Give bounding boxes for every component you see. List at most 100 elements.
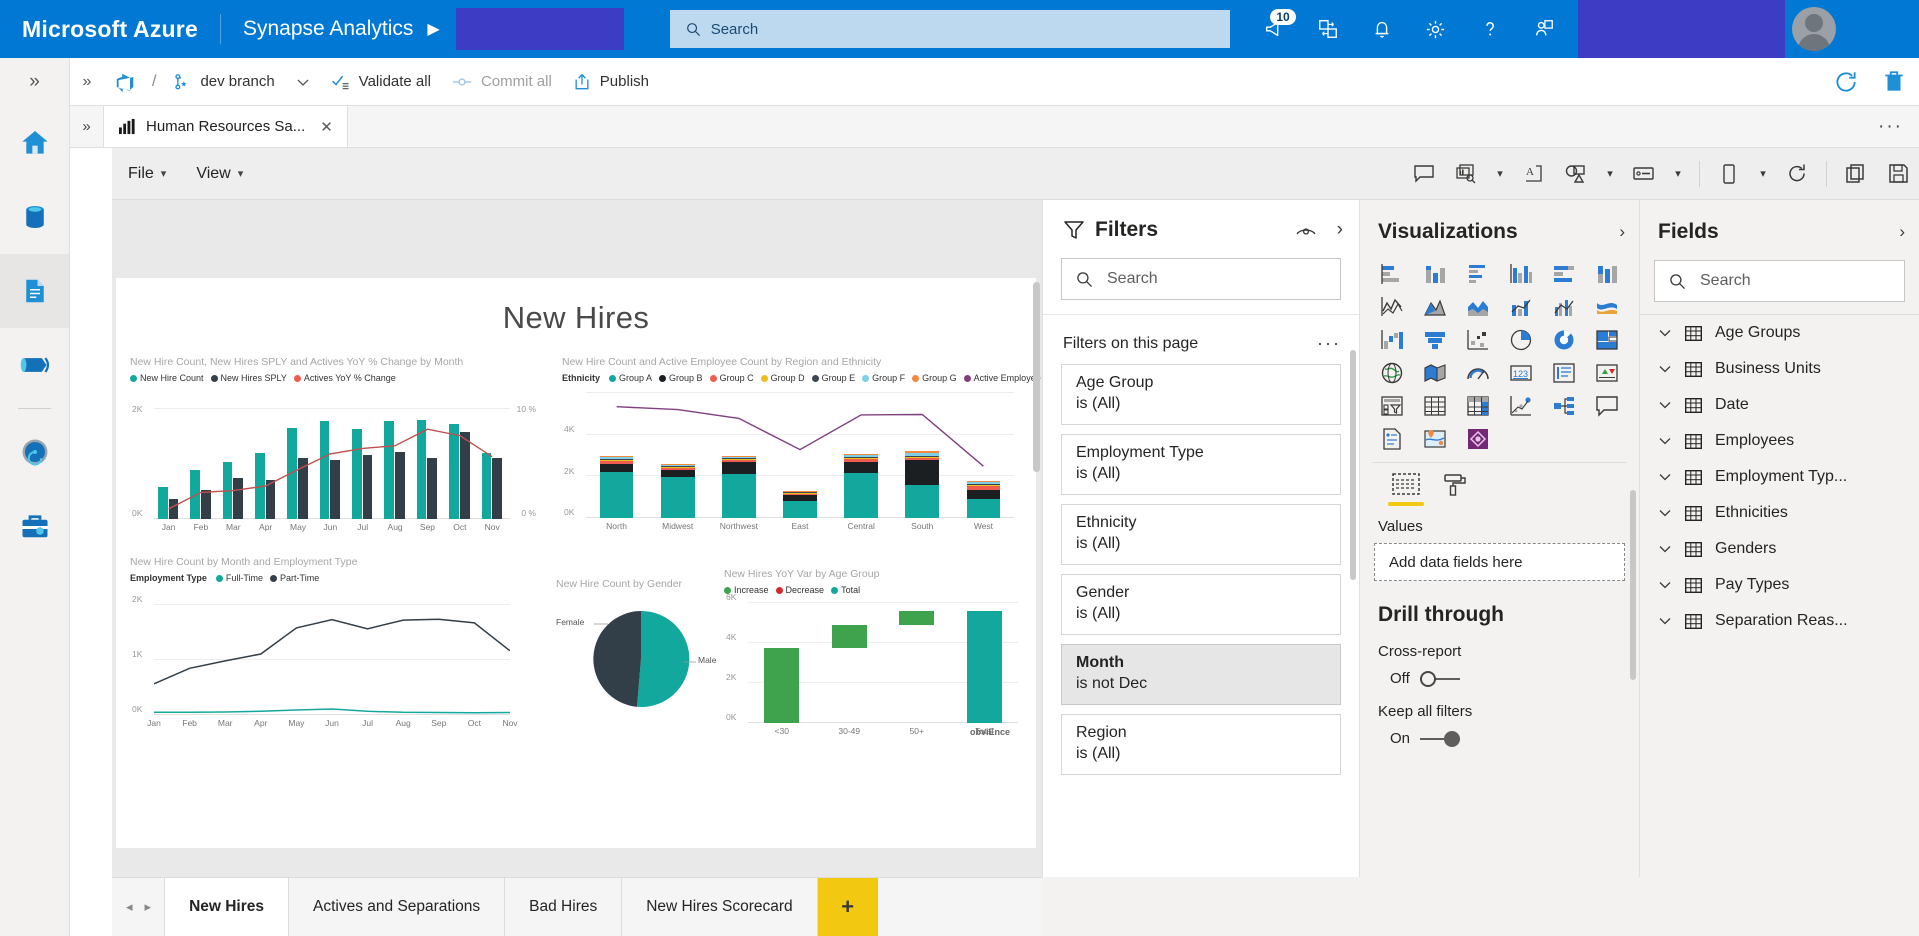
- shapes-icon[interactable]: [1555, 148, 1597, 200]
- git-repo-button[interactable]: [104, 58, 146, 106]
- fields-table-item[interactable]: Ethnicities: [1640, 495, 1919, 531]
- tab-overflow-icon[interactable]: ···: [1878, 106, 1919, 147]
- azure-brand[interactable]: Microsoft Azure: [0, 16, 198, 43]
- filters-scrollbar[interactable]: [1350, 350, 1356, 580]
- paginated-report-icon[interactable]: [1372, 423, 1413, 454]
- gear-icon[interactable]: [1412, 5, 1460, 53]
- refresh-icon[interactable]: [1776, 148, 1818, 200]
- help-icon[interactable]: [1466, 5, 1514, 53]
- donut-chart-icon[interactable]: [1543, 324, 1584, 355]
- fields-table-item[interactable]: Genders: [1640, 531, 1919, 567]
- tabstrip-expand-icon[interactable]: »: [70, 106, 104, 147]
- arcgis-maps-icon[interactable]: [1415, 423, 1456, 454]
- area-chart-icon[interactable]: [1415, 291, 1456, 322]
- filter-card[interactable]: Age Group is (All): [1061, 364, 1341, 425]
- rail-expand-icon[interactable]: »: [0, 58, 69, 106]
- view-menu-button[interactable]: View ▾: [180, 148, 257, 200]
- keep-all-filters-toggle[interactable]: [1420, 730, 1461, 747]
- page-tab[interactable]: Actives and Separations: [288, 878, 506, 936]
- chevron-down-icon[interactable]: [1658, 470, 1672, 484]
- fields-well-tab[interactable]: [1388, 473, 1424, 506]
- table-icon[interactable]: [1415, 390, 1456, 421]
- fields-table-item[interactable]: Date: [1640, 387, 1919, 423]
- file-menu-button[interactable]: File ▾: [112, 148, 180, 200]
- treemap-icon[interactable]: [1586, 324, 1627, 355]
- line-and-clustered-column-chart-icon[interactable]: [1543, 291, 1584, 322]
- cross-report-toggle[interactable]: [1419, 670, 1460, 687]
- stacked-column-chart-icon[interactable]: [1415, 258, 1456, 289]
- editor-tab-human-resources[interactable]: Human Resources Sa... ✕: [104, 106, 348, 147]
- chevron-down-icon[interactable]: ▾: [1750, 148, 1776, 200]
- page-tab[interactable]: New Hires Scorecard: [621, 878, 818, 936]
- line-and-stacked-column-chart-icon[interactable]: [1500, 291, 1541, 322]
- filters-collapse-icon[interactable]: ›: [1337, 219, 1343, 241]
- filters-overflow-icon[interactable]: ···: [1317, 333, 1341, 354]
- waterfall-bar[interactable]: [831, 624, 867, 648]
- values-drop-zone[interactable]: Add data fields here: [1374, 543, 1625, 581]
- visualizations-collapse-icon[interactable]: ›: [1619, 222, 1625, 242]
- service-name[interactable]: Synapse Analytics: [243, 17, 413, 41]
- rail-item-integrate[interactable]: [0, 328, 69, 402]
- chevron-down-icon[interactable]: [1658, 578, 1672, 592]
- chevron-down-icon[interactable]: [1658, 434, 1672, 448]
- visualizations-scrollbar[interactable]: [1630, 490, 1636, 680]
- save-icon[interactable]: [1877, 148, 1919, 200]
- card-icon[interactable]: 123: [1500, 357, 1541, 388]
- fields-table-item[interactable]: Employment Typ...: [1640, 459, 1919, 495]
- kpi-icon[interactable]: [1586, 357, 1627, 388]
- fields-table-item[interactable]: Business Units: [1640, 351, 1919, 387]
- chevron-down-icon[interactable]: [1658, 398, 1672, 412]
- chevron-down-icon[interactable]: ▾: [1487, 148, 1513, 200]
- report-page[interactable]: New Hires New Hire Count, New Hires SPLY…: [116, 278, 1042, 848]
- viz-new-hire-count-by-gender[interactable]: New Hire Count by Gender Female Male: [556, 578, 726, 728]
- format-tab[interactable]: [1442, 473, 1468, 497]
- viz-new-hires-yoy-var-by-age-group[interactable]: New Hires YoY Var by Age Group Increase …: [724, 568, 1024, 743]
- buttons-icon[interactable]: [1623, 148, 1665, 200]
- feedback-icon[interactable]: [1520, 5, 1568, 53]
- decomposition-tree-icon[interactable]: [1543, 390, 1584, 421]
- validate-all-button[interactable]: Validate all: [321, 58, 441, 106]
- refresh-icon[interactable]: [1833, 69, 1859, 95]
- toolbar-collapse-icon[interactable]: »: [70, 73, 104, 91]
- chevron-down-icon[interactable]: [1658, 326, 1672, 340]
- report-canvas-area[interactable]: New Hires New Hire Count, New Hires SPLY…: [112, 200, 1042, 877]
- branch-dropdown-icon[interactable]: [285, 58, 321, 106]
- fields-table-item[interactable]: Employees: [1640, 423, 1919, 459]
- add-page-button[interactable]: +: [817, 878, 878, 936]
- scatter-chart-icon[interactable]: [1458, 324, 1499, 355]
- megaphone-icon[interactable]: 10: [1250, 5, 1298, 53]
- duplicate-page-icon[interactable]: [1835, 148, 1877, 200]
- bookmarks-icon[interactable]: [1445, 148, 1487, 200]
- comment-icon[interactable]: [1403, 148, 1445, 200]
- stacked-area-chart-icon[interactable]: [1458, 291, 1499, 322]
- clustered-column-chart-icon[interactable]: [1500, 258, 1541, 289]
- 100-stacked-column-chart-icon[interactable]: [1586, 258, 1627, 289]
- eye-icon[interactable]: [1295, 222, 1317, 238]
- account-avatar[interactable]: [1784, 0, 1843, 58]
- waterfall-chart-icon[interactable]: [1372, 324, 1413, 355]
- rail-item-home[interactable]: [0, 106, 69, 180]
- text-box-icon[interactable]: A: [1513, 148, 1555, 200]
- commit-all-button[interactable]: Commit all: [441, 58, 562, 106]
- slicer-icon[interactable]: [1372, 390, 1413, 421]
- q-and-a-icon[interactable]: [1586, 390, 1627, 421]
- multi-row-card-icon[interactable]: [1543, 357, 1584, 388]
- chevron-down-icon[interactable]: [1658, 614, 1672, 628]
- fields-table-item[interactable]: Pay Types: [1640, 567, 1919, 603]
- rail-item-develop[interactable]: [0, 254, 69, 328]
- close-icon[interactable]: ✕: [320, 118, 333, 136]
- filter-card[interactable]: Region is (All): [1061, 714, 1341, 775]
- waterfall-bar[interactable]: [966, 611, 1002, 723]
- cross-report-toggle-row[interactable]: Off: [1360, 660, 1639, 687]
- mobile-layout-icon[interactable]: [1708, 148, 1750, 200]
- chevron-down-icon[interactable]: [1658, 542, 1672, 556]
- page-tab[interactable]: New Hires: [164, 878, 290, 936]
- filled-map-icon[interactable]: [1415, 357, 1456, 388]
- fields-collapse-icon[interactable]: ›: [1899, 222, 1905, 242]
- bell-icon[interactable]: [1358, 5, 1406, 53]
- branch-selector[interactable]: dev branch: [162, 58, 284, 106]
- service-chevron-icon[interactable]: ▶: [427, 19, 439, 39]
- filter-card[interactable]: Month is not Dec: [1061, 644, 1341, 705]
- matrix-icon[interactable]: [1458, 390, 1499, 421]
- prev-page-icon[interactable]: ◂: [126, 899, 133, 915]
